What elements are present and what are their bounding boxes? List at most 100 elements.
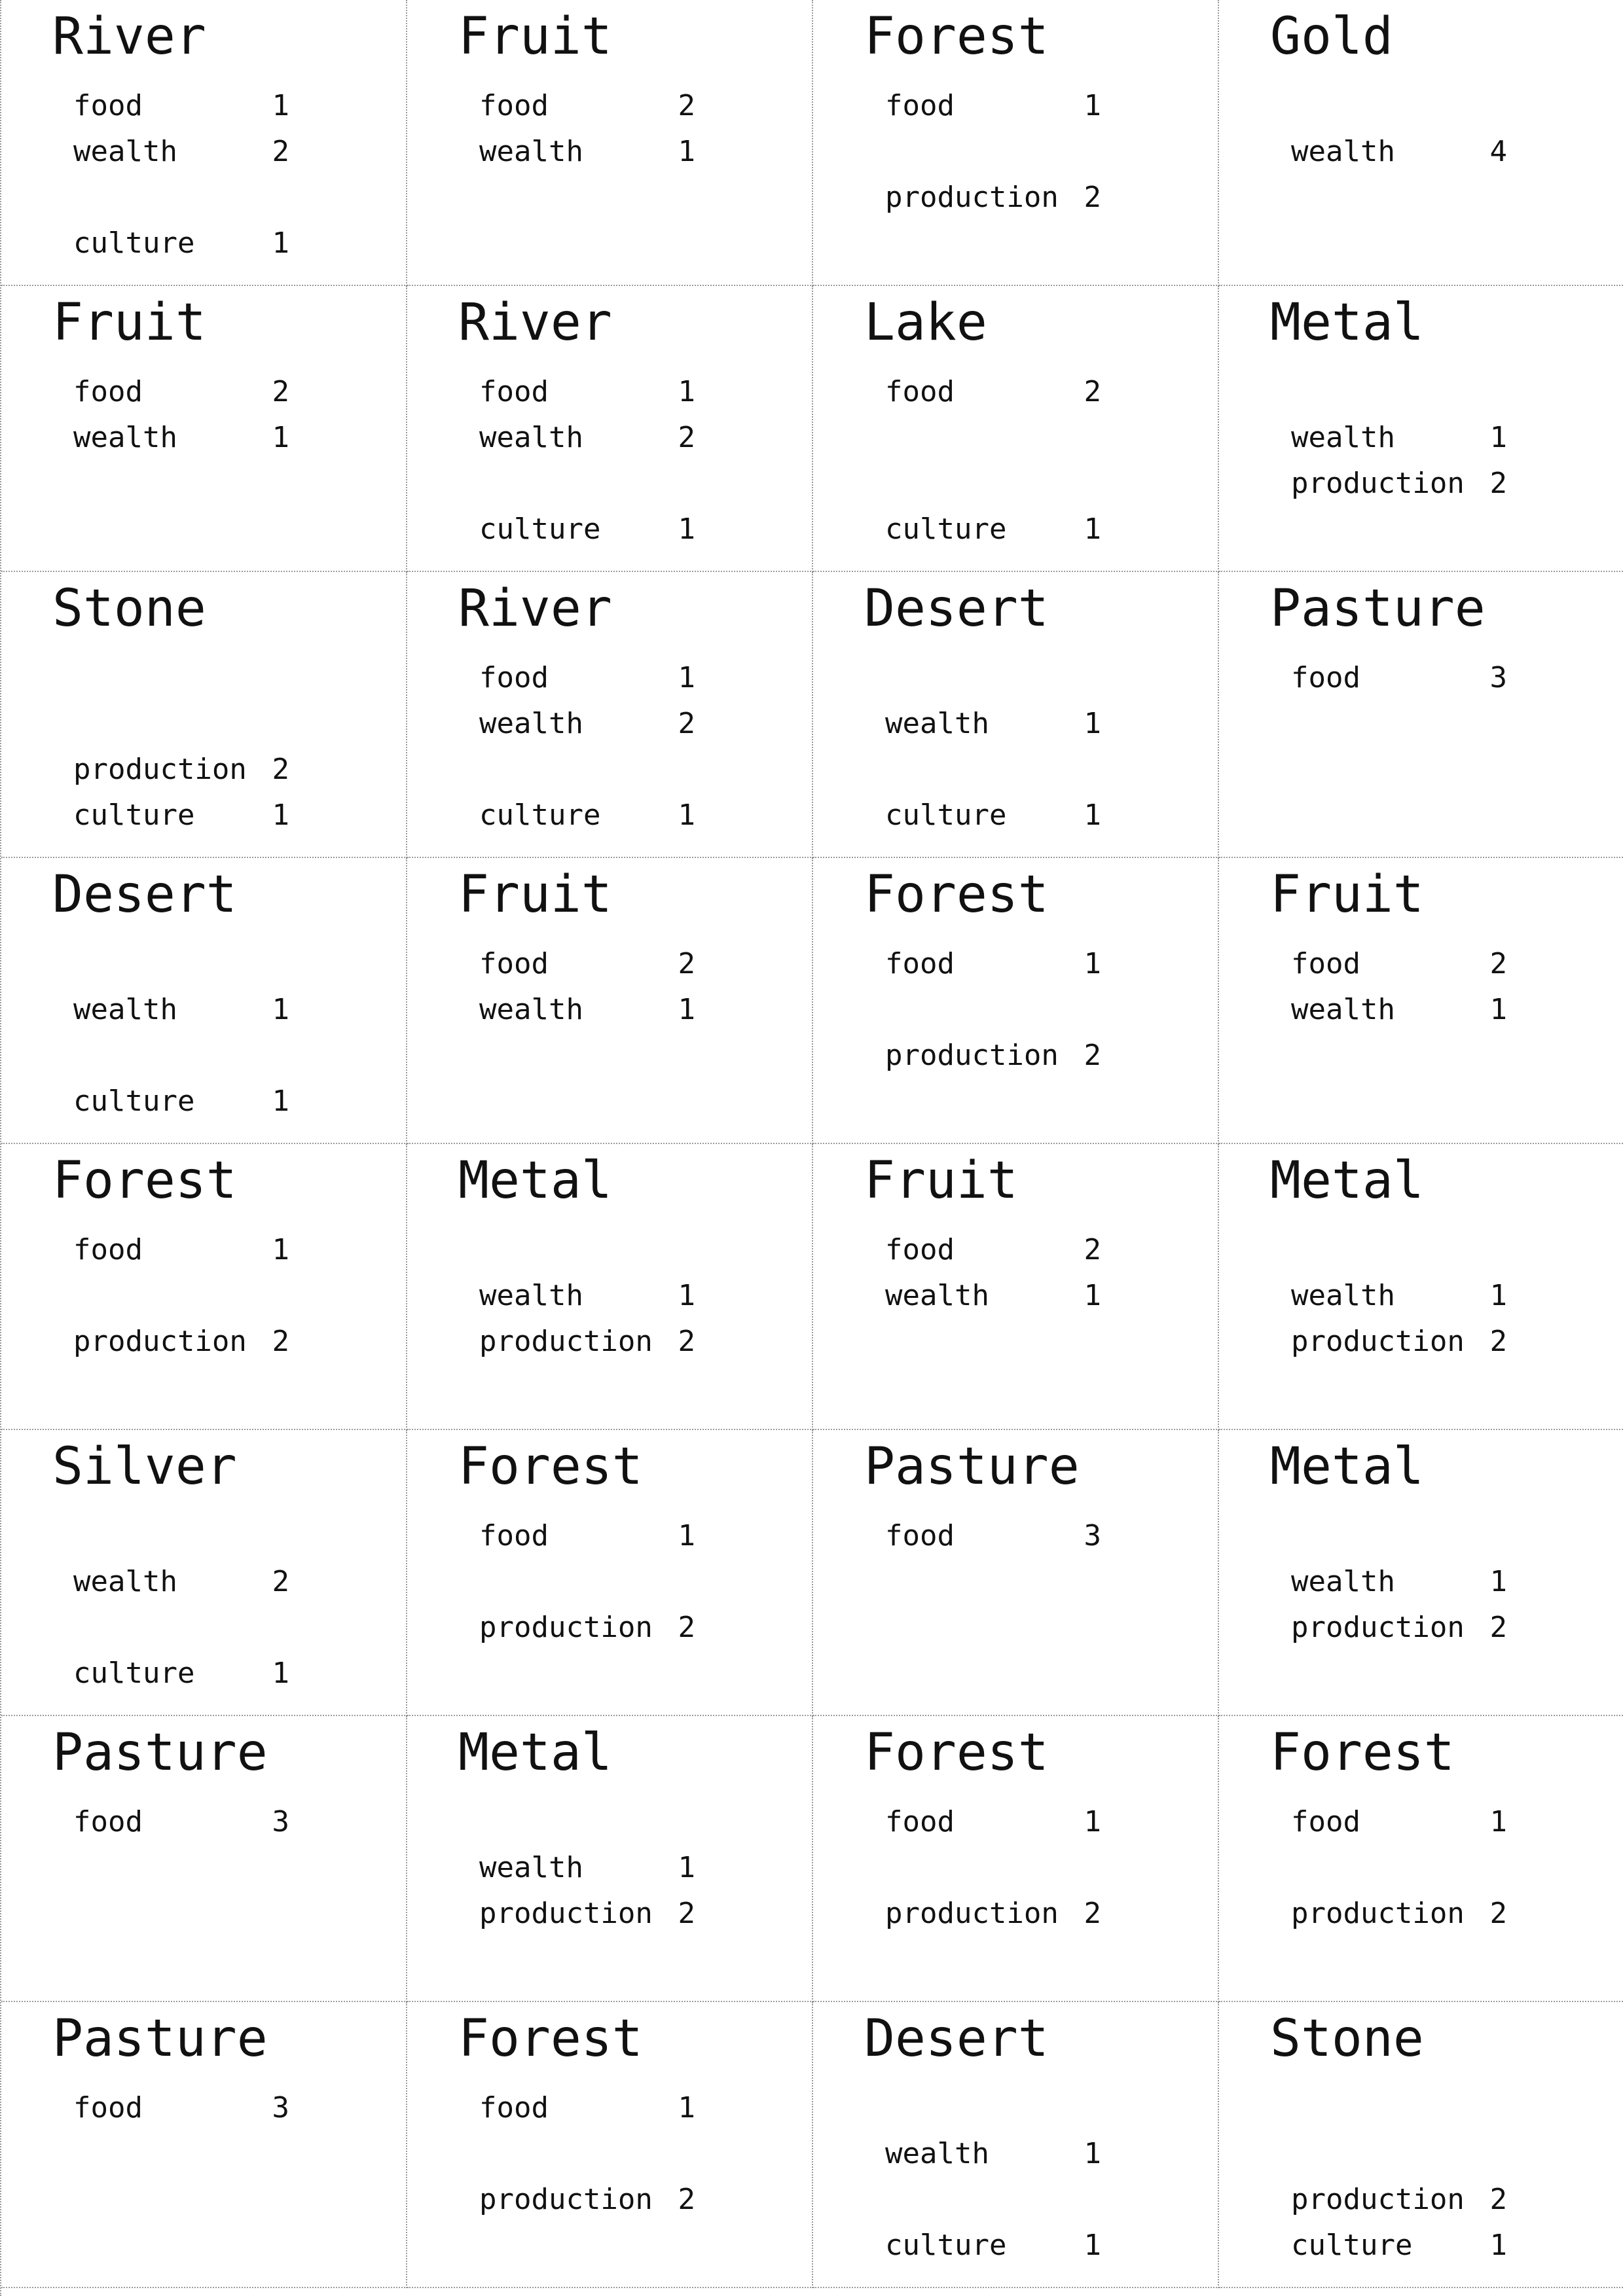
- stat-value: 1: [678, 1519, 696, 1552]
- stat-label: production: [479, 1611, 653, 1644]
- stat-label: culture: [73, 798, 195, 832]
- stat-value: 1: [1489, 1279, 1508, 1312]
- card-title: Forest: [864, 7, 1049, 66]
- stat-label: culture: [885, 512, 1007, 546]
- resource-card: Forest food 1 production 2: [407, 1430, 813, 1716]
- card-title: River: [458, 579, 612, 638]
- stat-row-food: food 2: [479, 941, 695, 987]
- stat-value: 2: [272, 753, 290, 786]
- stat-value: 1: [1489, 421, 1508, 454]
- stat-label: food: [73, 1805, 143, 1839]
- stat-label: food: [479, 375, 549, 408]
- stat-value: 2: [1489, 1897, 1508, 1930]
- stat-row-food: food 2: [885, 1227, 1101, 1273]
- resource-card: Pasture food 3: [1, 1716, 407, 2002]
- stat-label: production: [885, 181, 1059, 214]
- card-title: Pasture: [52, 1723, 268, 1782]
- resource-card: Stone production 2 culture 1: [1, 572, 407, 858]
- stat-value: 1: [1084, 947, 1102, 980]
- stat-value: 1: [1084, 512, 1102, 546]
- card-title: Forest: [864, 1723, 1049, 1782]
- card-title: Metal: [1270, 1437, 1424, 1496]
- card-title: Fruit: [1270, 865, 1424, 924]
- stat-value: 2: [678, 421, 696, 454]
- resource-card: Silver wealth 2 culture 1: [1, 1430, 407, 1716]
- resource-card: Metal wealth 1 production 2: [1219, 1144, 1623, 1430]
- stat-label: production: [885, 1897, 1059, 1930]
- stat-value: 1: [678, 993, 696, 1026]
- stat-label: culture: [73, 226, 195, 260]
- stat-label: food: [1291, 661, 1360, 694]
- resource-card: River food 1 wealth 2 culture 1: [1, 0, 407, 286]
- resource-card: Metal wealth 1 production 2: [407, 1716, 813, 2002]
- stat-value: 2: [1084, 1039, 1102, 1072]
- stat-row-wealth: wealth 1: [479, 987, 695, 1033]
- stat-value: 1: [1084, 1805, 1102, 1839]
- stat-row-production: production 2: [1291, 2177, 1507, 2223]
- stat-row-wealth: wealth 2: [73, 129, 289, 175]
- stat-value: 2: [272, 1325, 290, 1358]
- stat-label: wealth: [1291, 1565, 1395, 1598]
- stat-label: culture: [73, 1657, 195, 1690]
- stat-label: culture: [479, 512, 601, 546]
- resource-card: Stone production 2 culture 1: [1219, 2002, 1623, 2288]
- card-title: Desert: [864, 579, 1049, 638]
- stat-value: 1: [1084, 2229, 1102, 2262]
- stat-value: 1: [678, 661, 696, 694]
- stat-row-food: food 2: [885, 369, 1101, 415]
- stat-row-production: production 2: [73, 1319, 289, 1365]
- stat-value: 1: [1489, 993, 1508, 1026]
- card-title: Lake: [864, 293, 987, 352]
- card-title: River: [458, 293, 612, 352]
- stat-value: 2: [678, 707, 696, 740]
- card-title: Forest: [458, 1437, 643, 1496]
- stat-label: production: [1291, 1611, 1465, 1644]
- stat-row-wealth: wealth 1: [479, 1273, 695, 1319]
- stat-row-wealth: wealth 1: [885, 701, 1101, 747]
- stat-label: food: [73, 375, 143, 408]
- stat-label: food: [885, 1519, 955, 1552]
- stat-label: production: [479, 1897, 653, 1930]
- stat-label: production: [479, 2183, 653, 2216]
- stat-value: 2: [1084, 1233, 1102, 1266]
- stat-value: 2: [272, 135, 290, 168]
- resource-card: Pasture food 3: [1, 2002, 407, 2288]
- stat-label: wealth: [73, 421, 177, 454]
- stat-value: 2: [678, 2183, 696, 2216]
- resource-card: Desert wealth 1 culture 1: [813, 572, 1219, 858]
- card-title: Fruit: [864, 1151, 1018, 1210]
- stat-label: production: [1291, 2183, 1465, 2216]
- stat-row-production: production 2: [885, 1033, 1101, 1079]
- stat-label: wealth: [479, 1279, 583, 1312]
- stat-label: production: [73, 1325, 247, 1358]
- resource-card: Desert wealth 1 culture 1: [813, 2002, 1219, 2288]
- stat-label: wealth: [479, 707, 583, 740]
- stat-label: wealth: [479, 1851, 583, 1884]
- stat-value: 3: [1489, 661, 1508, 694]
- stat-row-culture: culture 1: [885, 793, 1101, 838]
- stat-row-food: food 3: [1291, 655, 1507, 701]
- stat-value: 1: [1489, 2229, 1508, 2262]
- stat-label: wealth: [479, 993, 583, 1026]
- stat-label: food: [479, 661, 549, 694]
- resource-card: Forest food 1 production 2: [813, 0, 1219, 286]
- resource-card: Gold wealth 4: [1219, 0, 1623, 286]
- stat-row-production: production 2: [479, 1891, 695, 1937]
- stat-row-culture: culture 1: [885, 507, 1101, 552]
- stat-label: wealth: [479, 135, 583, 168]
- stat-value: 2: [1084, 181, 1102, 214]
- stat-row-culture: culture 1: [885, 2223, 1101, 2269]
- stat-row-wealth: wealth 1: [479, 129, 695, 175]
- stat-row-food: food 1: [479, 655, 695, 701]
- stat-row-food: food 1: [73, 1227, 289, 1273]
- stat-value: 2: [1489, 2183, 1508, 2216]
- stat-value: 2: [678, 1325, 696, 1358]
- stat-label: production: [1291, 467, 1465, 500]
- resource-card: Forest food 1 production 2: [407, 2002, 813, 2288]
- stat-label: culture: [885, 2229, 1007, 2262]
- stat-label: wealth: [73, 135, 177, 168]
- stat-row-production: production 2: [479, 1605, 695, 1651]
- card-title: River: [52, 7, 206, 66]
- stat-row-food: food 1: [479, 2085, 695, 2131]
- stat-label: culture: [73, 1085, 195, 1118]
